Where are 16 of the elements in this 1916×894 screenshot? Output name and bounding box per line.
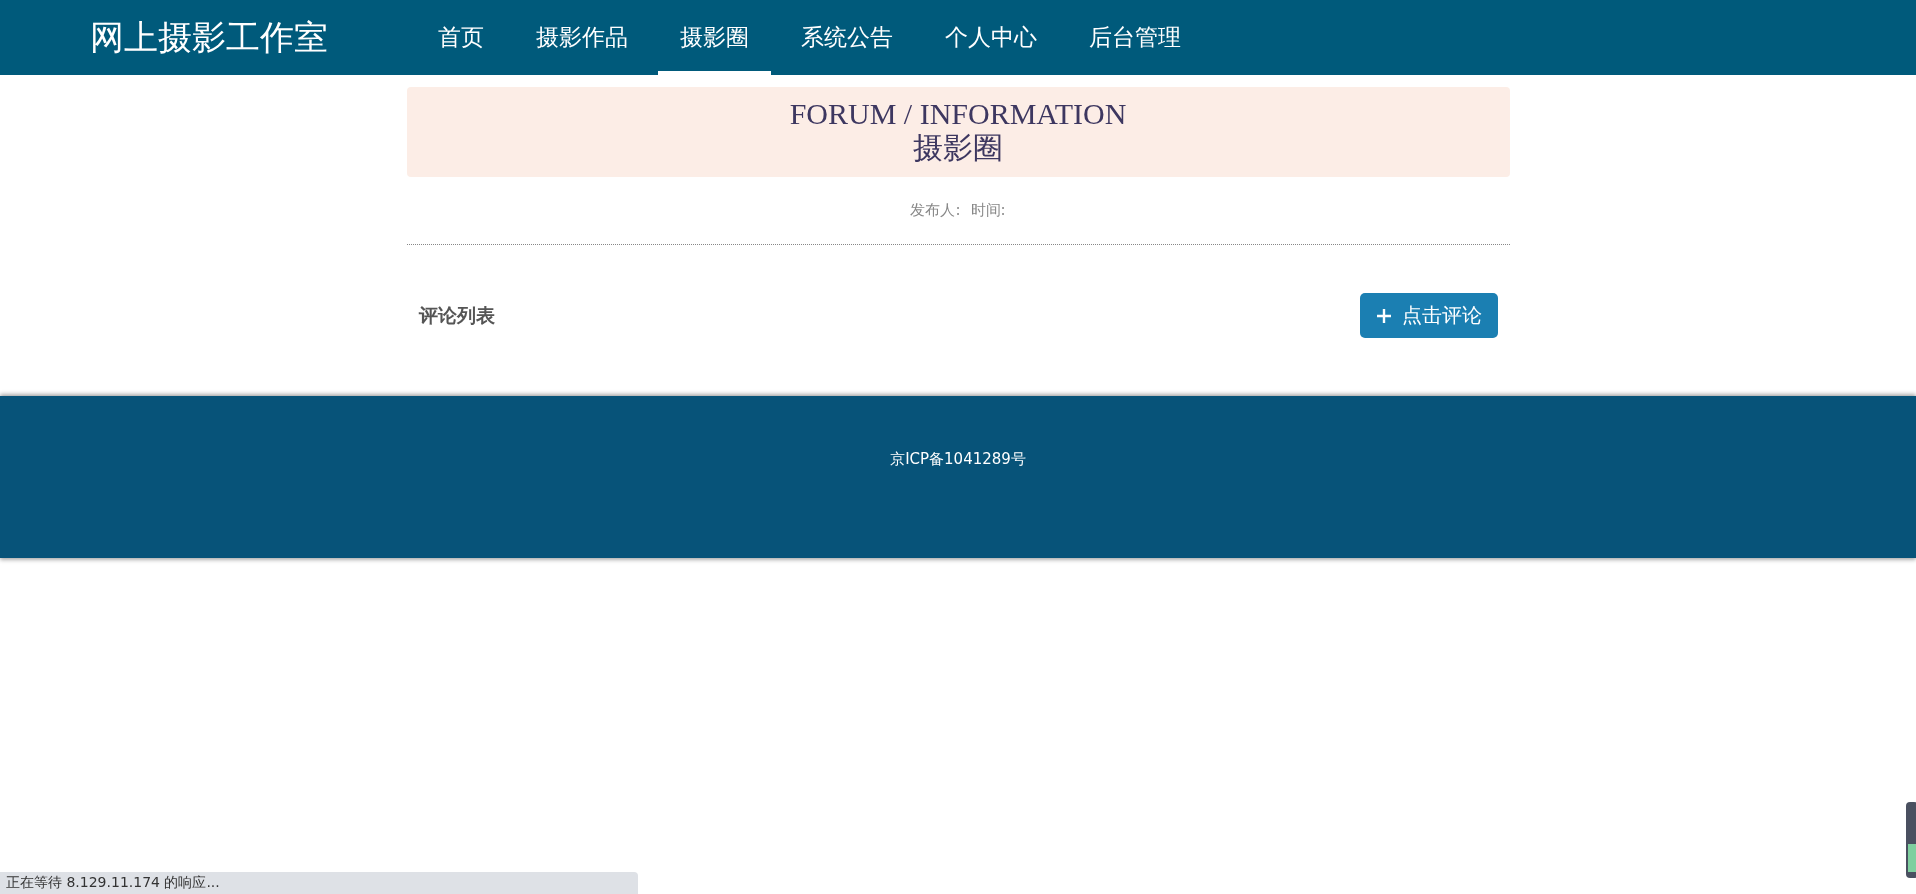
plus-icon: [1375, 307, 1392, 324]
comment-button[interactable]: 点击评论: [1359, 293, 1498, 338]
comments-heading: 评论列表: [418, 302, 495, 328]
publisher-label: 发布人:: [910, 201, 961, 220]
banner-title: FORUM / INFORMATION: [789, 98, 1127, 130]
nav-link[interactable]: 摄影作品: [514, 0, 650, 75]
nav-link[interactable]: 后台管理: [1067, 0, 1203, 75]
nav-link[interactable]: 首页: [416, 0, 506, 75]
site-logo[interactable]: 网上摄影工作室: [90, 0, 416, 75]
status-bar: 正在等待 8.129.11.174 的响应...: [0, 872, 638, 894]
time-label: 时间:: [970, 201, 1006, 220]
nav-link[interactable]: 系统公告: [779, 0, 915, 75]
banner-subtitle: 摄影圈: [913, 130, 1003, 166]
nav-link[interactable]: 摄影圈: [658, 0, 771, 75]
nav-link[interactable]: 个人中心: [923, 0, 1059, 75]
footer-text: 京ICP备1041289号: [890, 450, 1026, 470]
